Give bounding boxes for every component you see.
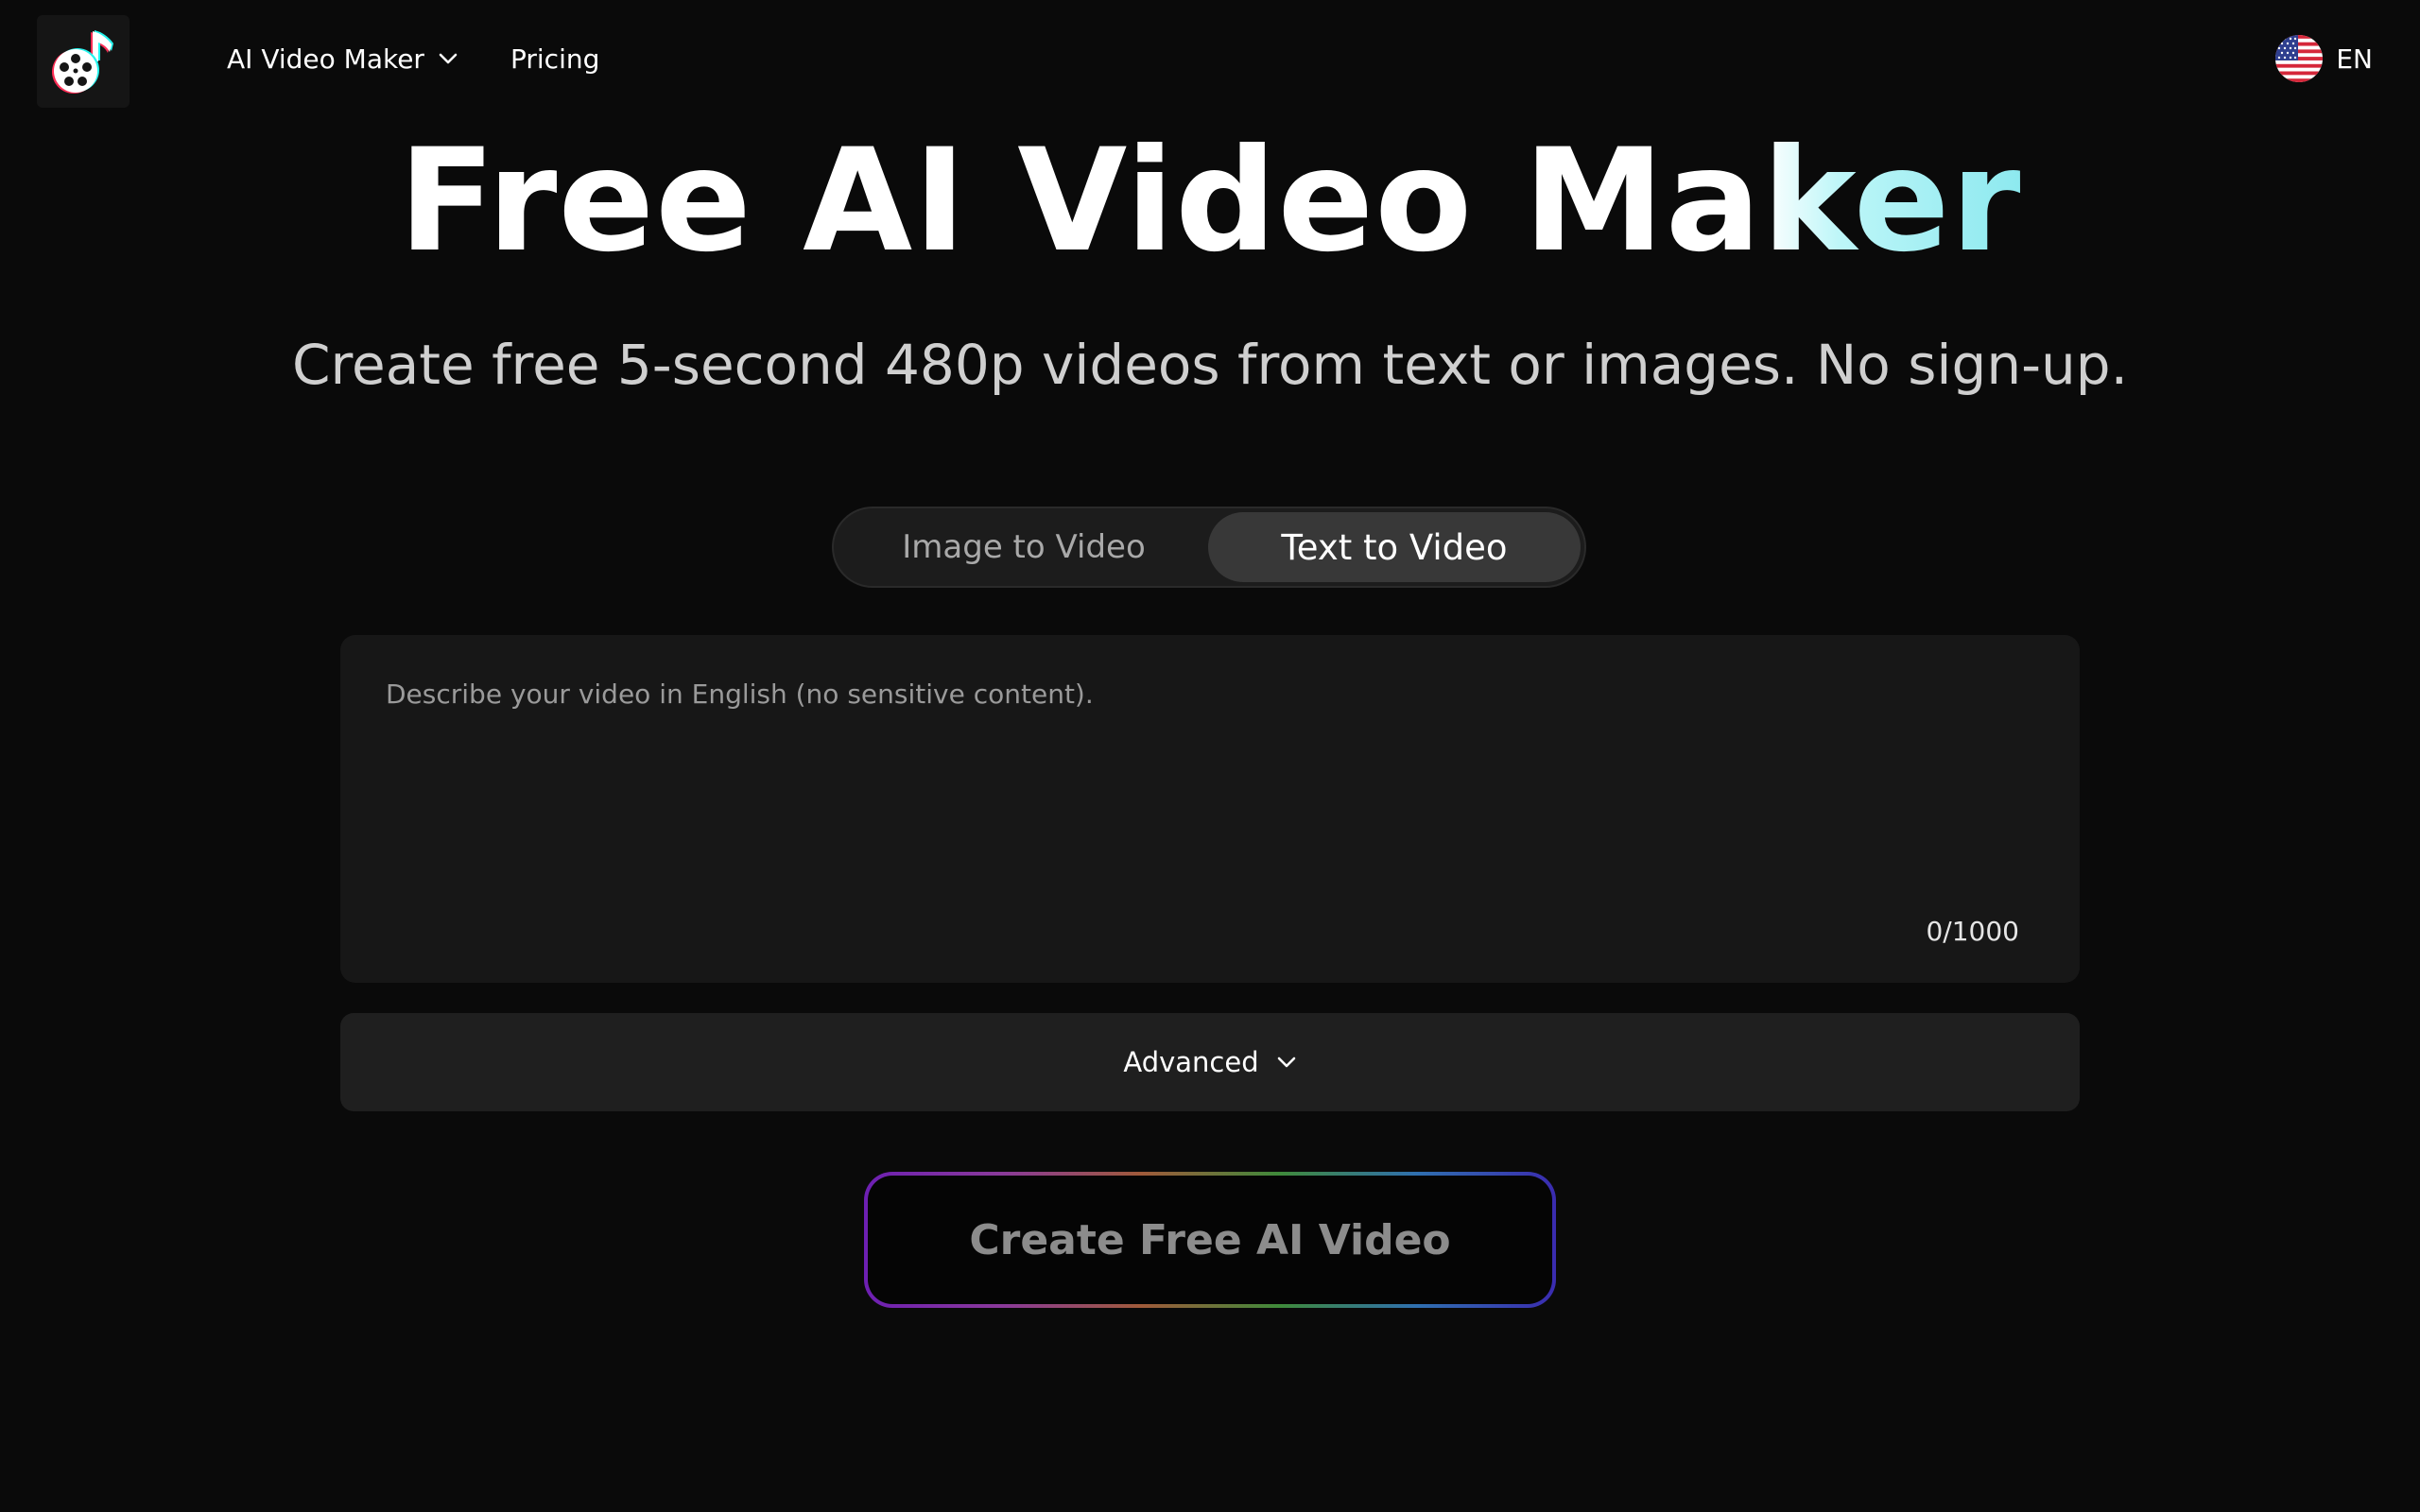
chevron-down-icon	[438, 52, 458, 65]
page-title-main: Free AI Video Ma	[398, 119, 1762, 284]
language-code: EN	[2336, 43, 2373, 75]
advanced-toggle[interactable]: Advanced	[340, 1013, 2080, 1111]
nav-ai-video-maker-label: AI Video Maker	[227, 43, 424, 75]
language-selector[interactable]: EN	[2275, 34, 2373, 83]
prompt-panel: 0/1000	[340, 635, 2080, 983]
nav-pricing[interactable]: Pricing	[510, 38, 599, 79]
mode-tabs: Image to Video Text to Video	[832, 507, 1586, 588]
top-nav: AI Video Maker Pricing EN	[0, 0, 2420, 117]
create-button-border: Create Free AI Video	[864, 1172, 1556, 1308]
advanced-label: Advanced	[1123, 1046, 1259, 1078]
prompt-input[interactable]	[340, 635, 2080, 983]
tab-text-to-video[interactable]: Text to Video	[1208, 512, 1581, 582]
tab-image-to-video[interactable]: Image to Video	[839, 512, 1208, 582]
nav-ai-video-maker[interactable]: AI Video Maker	[227, 38, 458, 79]
nav-pricing-label: Pricing	[510, 43, 600, 75]
chevron-down-icon	[1276, 1056, 1297, 1069]
page-title: Free AI Video Maker	[0, 121, 2420, 282]
logo[interactable]	[37, 15, 130, 108]
page-title-accent: ker	[1761, 119, 2022, 284]
character-counter: 0/1000	[1926, 916, 2019, 947]
create-video-button[interactable]: Create Free AI Video	[868, 1176, 1552, 1304]
film-reel-music-note-icon	[52, 30, 113, 94]
us-flag-icon	[2275, 35, 2324, 82]
page-subtitle: Create free 5-second 480p videos from te…	[291, 333, 2129, 397]
